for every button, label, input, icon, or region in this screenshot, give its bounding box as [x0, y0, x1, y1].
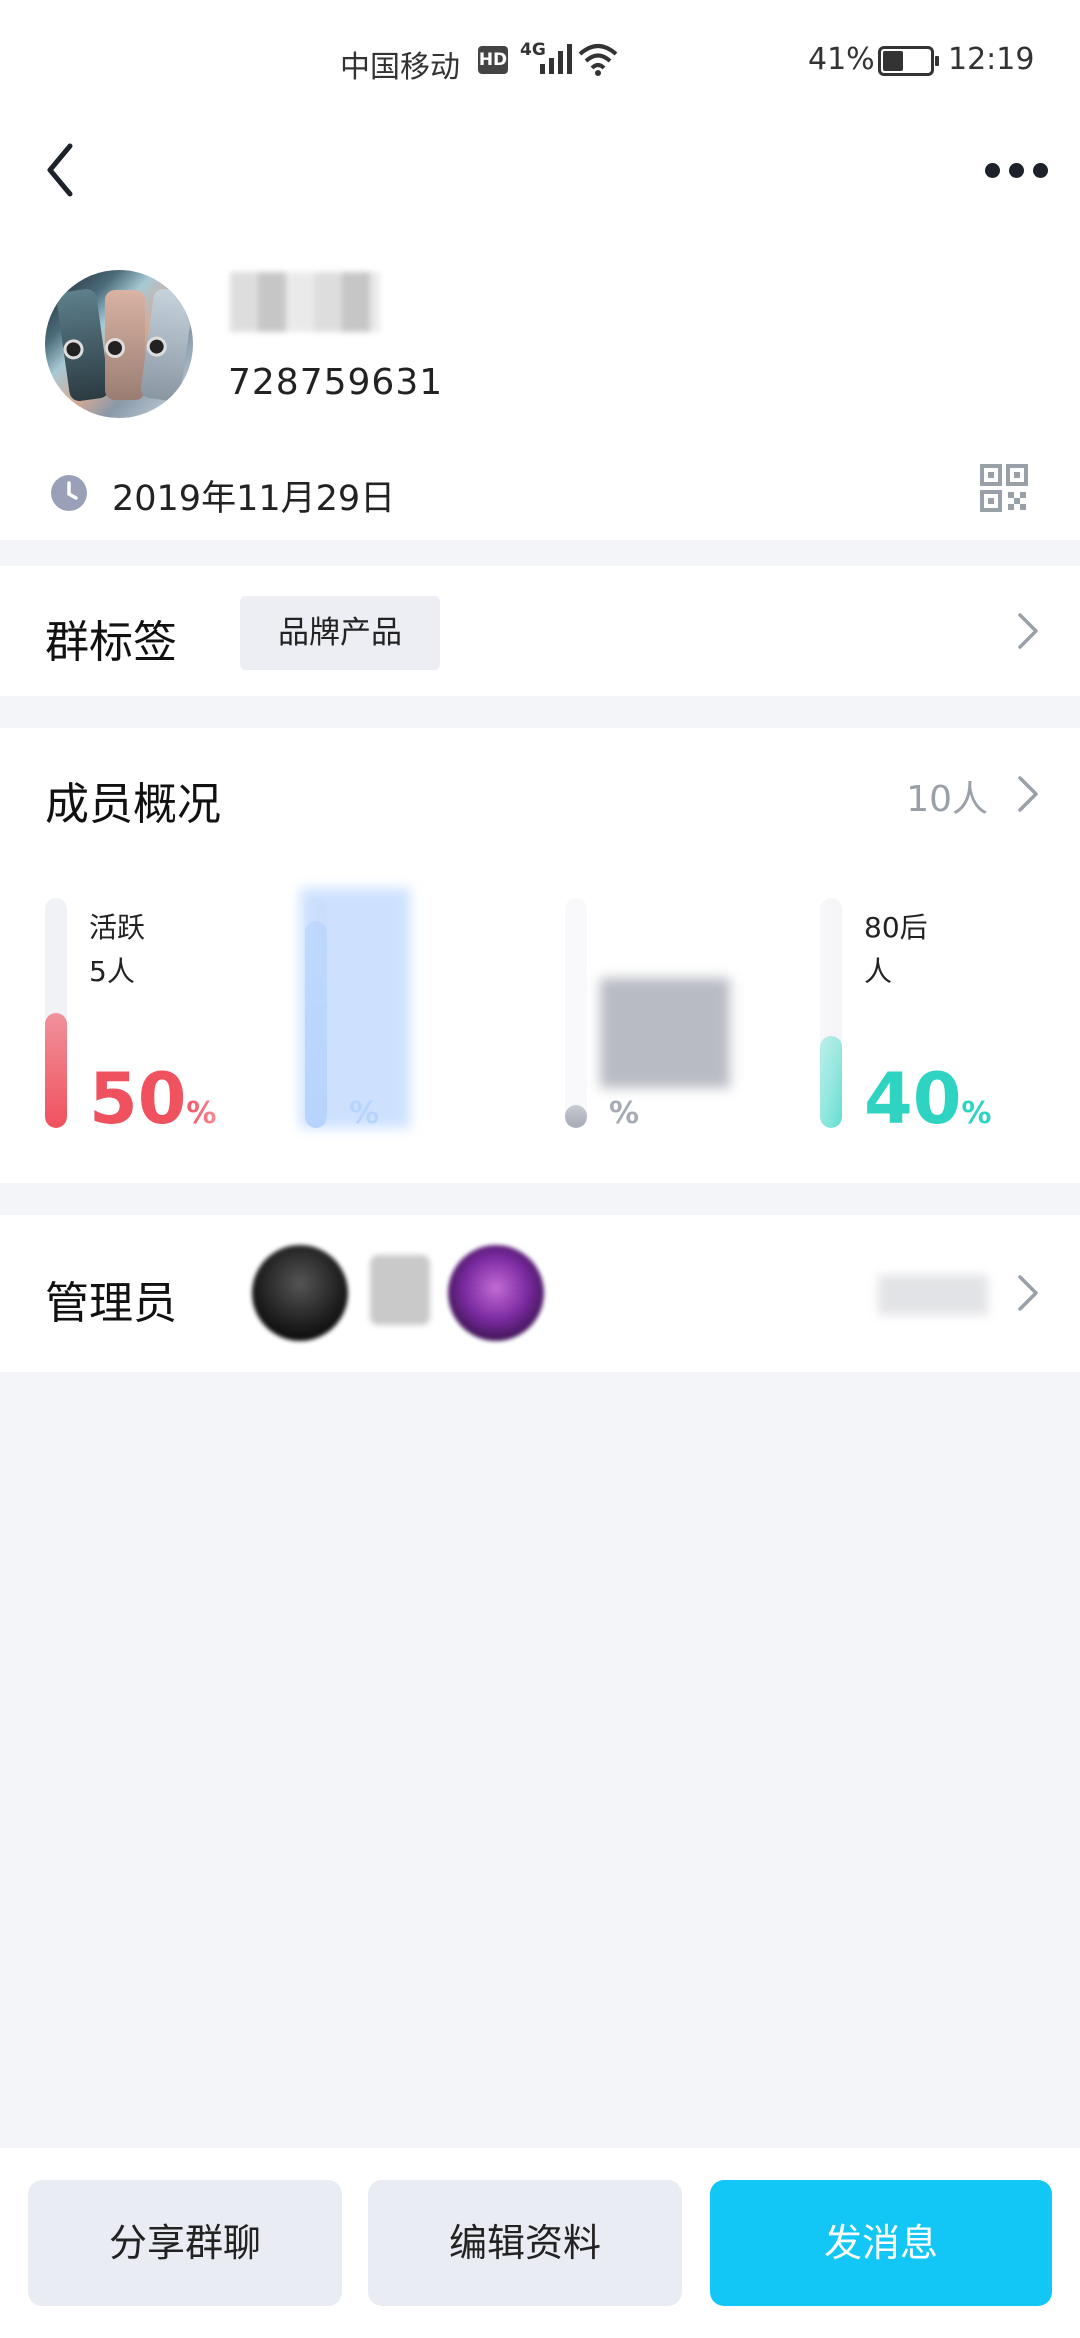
avatar-phone-image [105, 290, 145, 400]
status-bar: 中国移动 HD 4G 41% 12:19 [0, 0, 1080, 120]
back-button[interactable] [40, 140, 90, 200]
stat-percent: 50% [89, 1058, 217, 1140]
group-avatar[interactable] [45, 270, 193, 418]
stat-label: 活跃 [89, 911, 146, 944]
more-dot-icon [985, 162, 1000, 178]
tag-chip: 品牌产品 [240, 596, 440, 670]
battery-percent: 41% [808, 42, 875, 77]
more-dot-icon [1033, 162, 1048, 178]
status-time: 12:19 [948, 42, 1035, 77]
privacy-blur [300, 888, 410, 1128]
chevron-right-icon [1018, 1275, 1038, 1311]
send-message-button[interactable]: 发消息 [710, 2180, 1052, 2306]
stat-percent: 40% [864, 1058, 992, 1140]
wifi-icon [578, 44, 618, 76]
group-tags-row[interactable]: 群标签 品牌产品 [0, 566, 1080, 696]
hd-badge: HD [478, 46, 508, 74]
tags-title: 群标签 [45, 617, 177, 668]
stat-bar-fill [45, 1013, 67, 1128]
more-dot-icon [1009, 162, 1024, 178]
stat-sub: 人 [864, 955, 893, 988]
stat-label: 80后 [864, 911, 928, 944]
qr-code-icon[interactable] [980, 464, 1028, 512]
share-group-button[interactable]: 分享群聊 [28, 2180, 342, 2306]
admin-avatar[interactable] [370, 1255, 430, 1325]
stat-80s: 80后 人 40% [820, 898, 1060, 1158]
more-options-button[interactable] [985, 155, 1055, 185]
member-count: 10人 [906, 779, 988, 820]
group-id: 728759631 [228, 362, 444, 403]
chevron-right-icon [1018, 776, 1038, 812]
chevron-right-icon [1018, 613, 1038, 649]
bottom-action-bar: 分享群聊 编辑资料 发消息 [0, 2148, 1080, 2338]
create-date: 2019年11月29日 [112, 479, 396, 519]
members-title: 成员概况 [45, 779, 221, 830]
admins-title: 管理员 [45, 1278, 177, 1329]
signal-icon [540, 44, 572, 74]
group-name-blurred [230, 272, 380, 332]
carrier-name: 中国移动 [340, 50, 460, 85]
admins-row[interactable]: 管理员 [0, 1215, 1080, 1372]
admin-avatar[interactable] [448, 1245, 544, 1341]
admin-count-blurred [878, 1275, 988, 1315]
clock-icon [51, 475, 87, 511]
avatar-phone-image [55, 287, 111, 403]
edit-profile-button[interactable]: 编辑资料 [368, 2180, 682, 2306]
privacy-blur [600, 978, 730, 1088]
stat-sub: 5人 [89, 955, 135, 988]
battery-icon [878, 46, 939, 76]
members-overview-card[interactable]: 成员概况 10人 活跃 5人 50% % % [0, 728, 1080, 1183]
admin-avatar[interactable] [252, 1245, 348, 1341]
stat-bar-track [45, 898, 67, 1128]
